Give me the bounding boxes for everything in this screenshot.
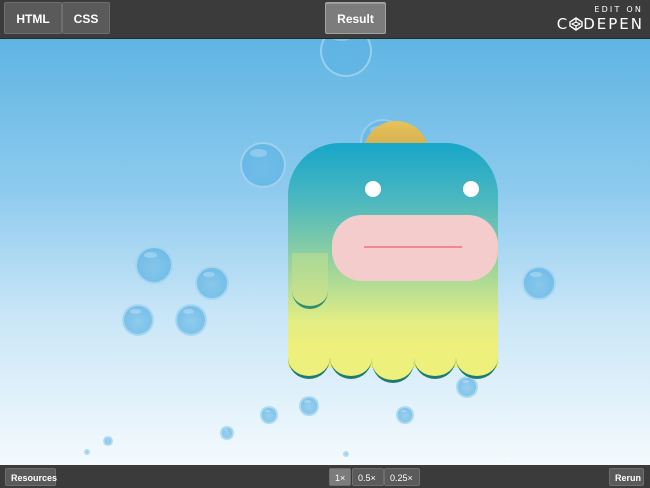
bubble: [195, 266, 229, 300]
bubble: [135, 246, 173, 284]
zoom-0-5x-button[interactable]: 0.5×: [352, 468, 384, 486]
monster-eye-left: [365, 181, 381, 197]
monster-lip: [364, 246, 462, 248]
codepen-logo: C DEPEN: [556, 15, 644, 33]
monster-foot: [288, 339, 330, 379]
monster-mouth: [332, 215, 498, 281]
tab-css[interactable]: CSS: [62, 2, 110, 34]
bubble: [320, 39, 372, 77]
monster-illustration: [288, 121, 498, 383]
zoom-0-25x-button[interactable]: 0.25×: [384, 468, 420, 486]
edit-on-codepen-link[interactable]: EDIT ON C DEPEN: [549, 3, 644, 35]
monster-foot: [414, 339, 456, 379]
bottom-toolbar: Resources 1× 0.5× 0.25× Rerun: [0, 465, 650, 488]
codepen-cube-icon: [569, 17, 583, 31]
bubble: [240, 142, 286, 188]
monster-arm: [292, 253, 328, 309]
bubble: [175, 304, 207, 336]
result-preview: [0, 39, 650, 465]
bubble: [103, 436, 113, 446]
tab-result[interactable]: Result: [325, 2, 386, 34]
zoom-1x-button[interactable]: 1×: [329, 468, 351, 486]
monster-foot: [456, 339, 498, 379]
monster-eye-right: [463, 181, 479, 197]
resources-button[interactable]: Resources: [5, 468, 57, 486]
edit-on-label: EDIT ON: [594, 5, 643, 14]
bubble: [84, 449, 90, 455]
bubble: [343, 451, 349, 457]
top-toolbar: HTML CSS Result EDIT ON C DEPEN: [0, 0, 650, 39]
monster-foot: [330, 339, 372, 379]
bubble: [122, 304, 154, 336]
bubble: [396, 406, 414, 424]
bubble: [507, 457, 511, 461]
bubble: [299, 396, 319, 416]
bubble: [522, 266, 556, 300]
bubble: [260, 406, 278, 424]
monster-foot: [372, 339, 414, 383]
tab-html[interactable]: HTML: [4, 2, 62, 34]
rerun-button[interactable]: Rerun: [609, 468, 644, 486]
bubble: [220, 426, 234, 440]
